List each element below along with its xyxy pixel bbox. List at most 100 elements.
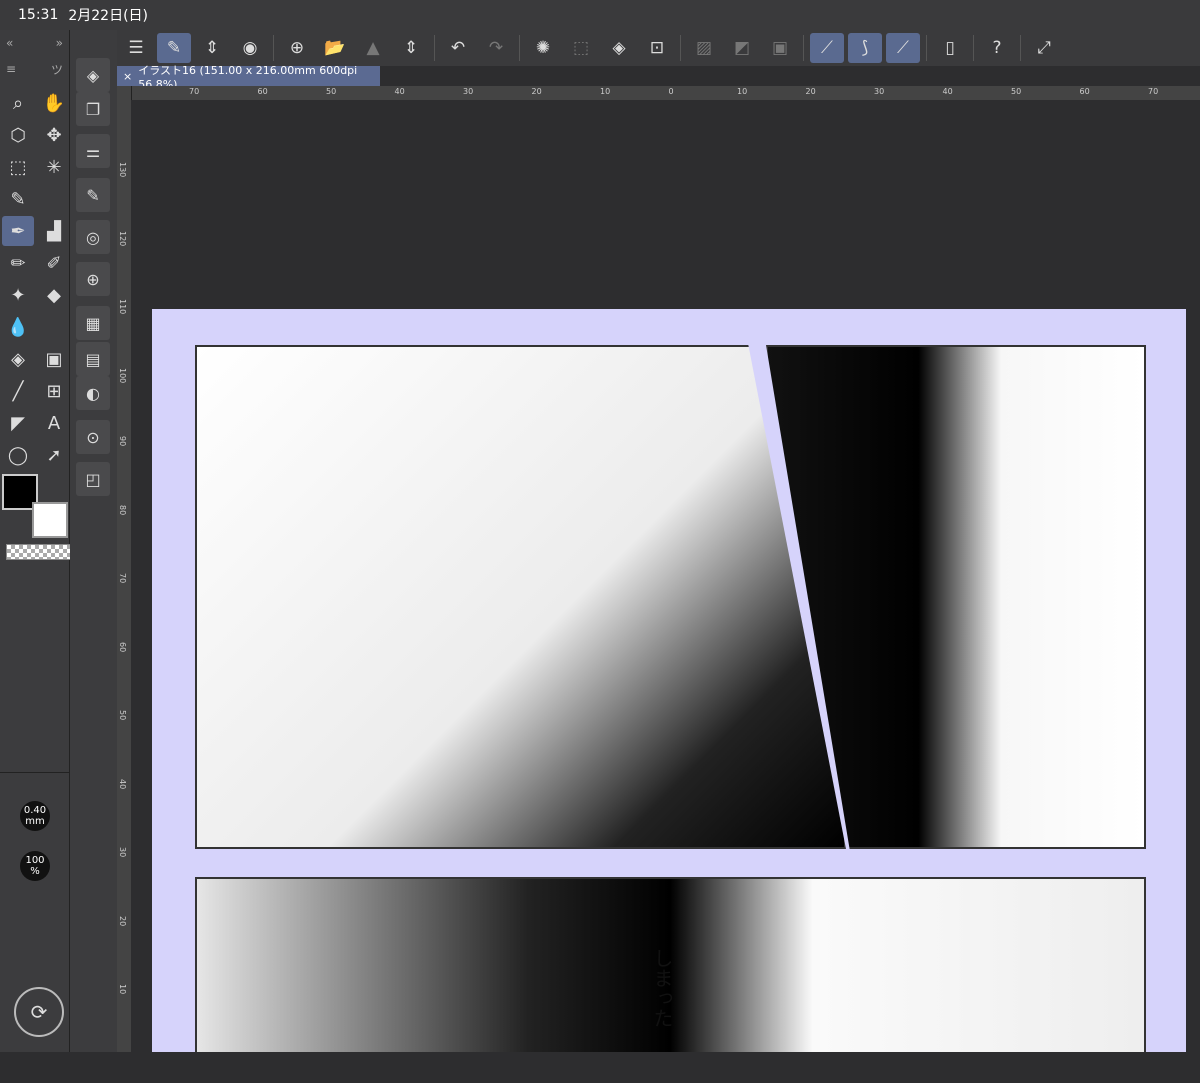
close-tab-icon[interactable]: × bbox=[123, 70, 132, 83]
sub-color-swatch[interactable] bbox=[32, 502, 68, 538]
help-icon[interactable]: ? bbox=[980, 33, 1014, 63]
eyedropper-icon[interactable]: ✎ bbox=[2, 184, 34, 214]
status-bar: 15:31 2月22日(日) bbox=[0, 0, 1200, 30]
line-icon[interactable]: ╱ bbox=[2, 376, 34, 406]
tool-tab-label[interactable]: ツ bbox=[51, 61, 63, 78]
pencil-icon[interactable]: ✏ bbox=[2, 248, 34, 278]
status-time: 15:31 bbox=[18, 7, 59, 23]
clear-icon[interactable]: ⬚ bbox=[564, 33, 598, 63]
ruler-tick-label: 130 bbox=[118, 162, 127, 178]
edit-icon[interactable]: ✎ bbox=[157, 33, 191, 63]
move-icon[interactable]: ✥ bbox=[38, 120, 70, 150]
ruler-icon[interactable]: ◤ bbox=[2, 408, 34, 438]
magic-wand-icon[interactable]: ✳ bbox=[38, 152, 70, 182]
ruler-tick-label: 10 bbox=[737, 87, 748, 96]
brush-icon[interactable]: ✐ bbox=[38, 248, 70, 278]
divider bbox=[973, 35, 974, 61]
manga-panel-1 bbox=[195, 345, 846, 849]
undo-icon[interactable]: ↶ bbox=[441, 33, 475, 63]
decoration-icon[interactable]: ✦ bbox=[2, 280, 34, 310]
frame-icon[interactable]: ⊞ bbox=[38, 376, 70, 406]
brush-opacity-badge[interactable]: 100 % bbox=[20, 851, 50, 881]
speech-text: しまった bbox=[650, 948, 674, 1028]
history-icon[interactable]: ◰ bbox=[76, 462, 110, 496]
ruler-tick-label: 50 bbox=[118, 710, 127, 721]
tool-tab: ≡ ツ bbox=[0, 56, 69, 82]
ruler-tick-label: 0 bbox=[668, 87, 674, 96]
ruler-tick-label: 70 bbox=[189, 87, 200, 96]
fill-icon[interactable]: ◈ bbox=[602, 33, 636, 63]
eraser-icon[interactable]: ◆ bbox=[38, 280, 70, 310]
collapse-right-button[interactable]: » bbox=[56, 36, 63, 50]
menu-icon[interactable]: ≡ bbox=[6, 62, 16, 76]
tool-property-icon[interactable]: ⚌ bbox=[76, 134, 110, 168]
canvas-area[interactable]: しまった bbox=[131, 100, 1200, 1052]
invert-selection-icon[interactable]: ◩ bbox=[725, 33, 759, 63]
airbrush-icon[interactable]: ▟ bbox=[38, 216, 70, 246]
open-folder-icon[interactable]: 📂 bbox=[318, 33, 352, 63]
side-panel: ◈ ❐ ⚌ ✎ ◎ ⊕ ▦ ▤ ◐ ⊙ ◰ bbox=[70, 30, 118, 1052]
text-icon[interactable]: A bbox=[38, 408, 70, 438]
lasso-icon[interactable]: ◯ bbox=[2, 440, 34, 470]
divider bbox=[680, 35, 681, 61]
color-wheel-icon[interactable]: ◎ bbox=[76, 220, 110, 254]
device-icon[interactable]: ▯ bbox=[933, 33, 967, 63]
brush-size-panel: 0.40 mm 100 % ⟳ bbox=[0, 772, 70, 1083]
horizontal-ruler: 70 60 50 40 30 20 10 0 10 20 30 40 50 60 70 bbox=[131, 86, 1200, 101]
transparent-color-swatch[interactable] bbox=[6, 544, 72, 560]
chevron-up-down-icon[interactable]: ⇕ bbox=[195, 33, 229, 63]
marquee-icon[interactable]: ⬚ bbox=[2, 152, 34, 182]
snap-special-ruler-icon[interactable]: ⟆ bbox=[848, 33, 882, 63]
ruler-tick-label: 40 bbox=[942, 87, 953, 96]
new-file-icon[interactable]: ⊕ bbox=[280, 33, 314, 63]
brush-size-badge[interactable]: 0.40 mm bbox=[20, 801, 50, 831]
tool-slot bbox=[38, 312, 70, 342]
fill-icon[interactable]: ◈ bbox=[2, 344, 34, 374]
blend-icon[interactable]: 💧 bbox=[2, 312, 34, 342]
hand-icon[interactable]: ✋ bbox=[38, 88, 70, 118]
redo-icon[interactable]: ↷ bbox=[479, 33, 513, 63]
snap-ruler-icon[interactable]: ⟋ bbox=[810, 33, 844, 63]
ruler-tick-label: 90 bbox=[118, 436, 127, 447]
brush-size-icon[interactable]: ✎ bbox=[76, 178, 110, 212]
divider bbox=[273, 35, 274, 61]
ruler-tick-label: 60 bbox=[118, 641, 127, 652]
divider bbox=[926, 35, 927, 61]
operation-icon[interactable]: ➚ bbox=[38, 440, 70, 470]
animation-icon[interactable]: ▤ bbox=[76, 342, 110, 376]
menu-icon[interactable]: ☰ bbox=[119, 33, 153, 63]
save-icon[interactable]: ▲ bbox=[356, 33, 390, 63]
tool-grid: ⌕ ✋ ⬡ ✥ ⬚ ✳ ✎ ✒ ▟ ✏ ✐ ✦ ◆ 💧 ◈ ▣ ╱ ⊞ ◤ A ◯ ➚ bbox=[0, 82, 69, 470]
chevron-up-down-icon[interactable]: ⇕ bbox=[394, 33, 428, 63]
gradient-icon[interactable]: ▣ bbox=[38, 344, 70, 374]
vertical-ruler: 130 120 110 100 90 80 70 60 50 40 30 20 10 bbox=[117, 86, 132, 1052]
fullscreen-icon[interactable]: ⤢ bbox=[1027, 33, 1061, 63]
navigator-icon[interactable]: ⊕ bbox=[76, 262, 110, 296]
material-icon[interactable]: ▦ bbox=[76, 306, 110, 340]
search-icon[interactable]: ⊙ bbox=[76, 420, 110, 454]
color-mix-icon[interactable]: ◐ bbox=[76, 376, 110, 410]
zoom-icon[interactable]: ⌕ bbox=[2, 88, 34, 118]
manga-page bbox=[152, 309, 1186, 1052]
divider bbox=[803, 35, 804, 61]
transform-icon[interactable]: ⊡ bbox=[640, 33, 674, 63]
ruler-tick-label: 30 bbox=[874, 87, 885, 96]
layers-icon[interactable]: ❐ bbox=[76, 92, 110, 126]
selection-icon[interactable]: ▣ bbox=[763, 33, 797, 63]
companion-icon[interactable]: ◉ bbox=[233, 33, 267, 63]
color-swatches bbox=[2, 474, 72, 564]
deselect-icon[interactable]: ▨ bbox=[687, 33, 721, 63]
object-select-icon[interactable]: ⬡ bbox=[2, 120, 34, 150]
ruler-tick-label: 20 bbox=[531, 87, 542, 96]
collapse-left-button[interactable]: « bbox=[6, 36, 13, 50]
document-tab[interactable]: × イラスト16 (151.00 x 216.00mm 600dpi 56.8%… bbox=[117, 64, 380, 91]
status-date: 2月22日(日) bbox=[68, 8, 149, 24]
loading-icon[interactable]: ✺ bbox=[526, 33, 560, 63]
ruler-tick-label: 10 bbox=[118, 984, 127, 995]
snap-grid-icon[interactable]: ⟋ bbox=[886, 33, 920, 63]
pen-icon[interactable]: ✒ bbox=[2, 216, 34, 246]
rotate-canvas-icon[interactable]: ⟳ bbox=[14, 987, 64, 1037]
ruler-tick-label: 100 bbox=[118, 367, 127, 383]
ruler-tick-label: 80 bbox=[118, 504, 127, 515]
layer-property-icon[interactable]: ◈ bbox=[76, 58, 110, 92]
